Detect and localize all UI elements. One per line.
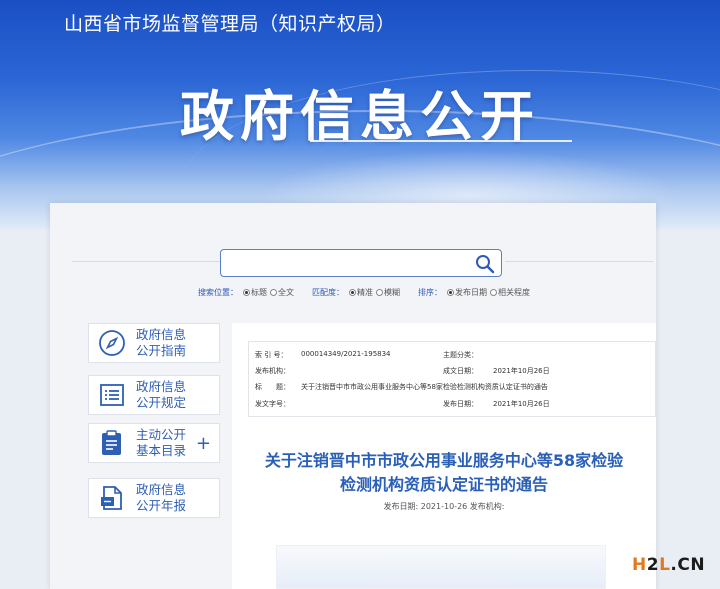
- document-image: [276, 545, 606, 589]
- clipboard-icon: [102, 430, 121, 455]
- scope-radio-title[interactable]: [243, 288, 250, 296]
- main-panel: 搜索位置： 标题 全文 匹配度： 精准 模糊 排序： 发布日期 相关程度 政府信: [50, 203, 656, 589]
- search-input[interactable]: [225, 253, 465, 273]
- document-subline: 发布日期: 2021-10-26 发布机构:: [383, 502, 505, 511]
- match-option-label: 精准: [357, 287, 373, 297]
- match-radio-fuzzy[interactable]: [376, 288, 383, 296]
- match-radio-exact[interactable]: [349, 288, 356, 296]
- search-options: 搜索位置： 标题 全文 匹配度： 精准 模糊 排序： 发布日期 相关程度: [198, 285, 548, 299]
- agency-name: 山西省市场监督管理局（知识产权局）: [64, 13, 396, 35]
- divider: [505, 261, 653, 262]
- sort-radio-date[interactable]: [447, 288, 454, 296]
- match-label: 匹配度：: [312, 287, 344, 297]
- scope-label: 搜索位置：: [198, 287, 238, 297]
- meta-label: 发文字号：: [255, 400, 290, 408]
- match-options: 匹配度： 精准 模糊: [312, 287, 400, 298]
- list-icon: [100, 384, 124, 406]
- sidebar-item-rules[interactable]: 政府信息 公开规定: [88, 375, 220, 415]
- sidebar-item-label: 主动公开 基本目录: [136, 427, 187, 458]
- sort-option-label: 相关程度: [498, 287, 530, 297]
- report-icon: [101, 486, 122, 510]
- document-title: 关于注销晋中市市政公用事业服务中心等58家检验 检测机构资质认定证书的通告: [264, 451, 624, 494]
- scope-radio-fulltext[interactable]: [270, 288, 277, 296]
- divider: [72, 261, 220, 262]
- expand-plus-icon[interactable]: +: [196, 433, 211, 454]
- sidebar-item-label: 政府信息 公开指南: [136, 327, 187, 358]
- sidebar-item-catalog[interactable]: 主动公开 基本目录 +: [88, 423, 220, 463]
- search-box: [220, 249, 502, 277]
- document-meta-table: 索 引 号： 000014349/2021-195834 主题分类： 发布机构：…: [248, 341, 656, 417]
- sidebar-item-label: 政府信息 公开年报: [136, 482, 187, 513]
- match-option-label: 模糊: [384, 287, 400, 297]
- sort-option-label: 发布日期: [455, 287, 487, 297]
- scope-option-label: 标题: [251, 287, 267, 297]
- scope-options: 搜索位置： 标题 全文: [198, 287, 294, 298]
- sidebar-item-annual-report[interactable]: 政府信息 公开年报: [88, 478, 220, 518]
- watermark-logo: H2L.CN: [632, 555, 706, 575]
- sort-radio-relevance[interactable]: [490, 288, 497, 296]
- meta-value: 2021年10月26日: [493, 367, 550, 375]
- sort-label: 排序：: [418, 287, 442, 297]
- scope-option-label: 全文: [278, 287, 294, 297]
- sidebar-item-guide[interactable]: 政府信息 公开指南: [88, 323, 220, 363]
- document-content: 索 引 号： 000014349/2021-195834 主题分类： 发布机构：…: [232, 323, 656, 589]
- meta-label: 索 引 号：: [255, 351, 288, 359]
- meta-label: 主题分类：: [443, 351, 478, 359]
- meta-label: 发布日期：: [443, 400, 478, 408]
- meta-value: 2021年10月26日: [493, 400, 550, 408]
- sort-options: 排序： 发布日期 相关程度: [418, 287, 530, 298]
- header-banner: 山西省市场监督管理局（知识产权局） 政府信息公开: [0, 0, 720, 230]
- compass-icon: [99, 330, 125, 356]
- meta-value: 000014349/2021-195834: [301, 350, 391, 358]
- meta-value: 关于注销晋中市市政公用事业服务中心等58家检验检测机构资质认定证书的通告: [301, 383, 548, 391]
- meta-label: 发布机构：: [255, 367, 290, 375]
- meta-label: 标 题：: [255, 383, 290, 391]
- meta-label: 成文日期：: [443, 367, 478, 375]
- search-icon[interactable]: [475, 254, 495, 274]
- title-underline: [310, 140, 572, 142]
- sidebar-item-label: 政府信息 公开规定: [136, 379, 187, 410]
